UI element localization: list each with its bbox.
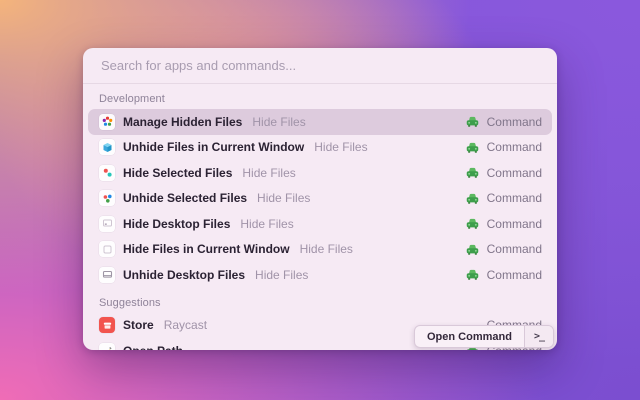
- desktop: { "search": { "placeholder": "Search for…: [0, 0, 640, 400]
- item-title: Unhide Selected Files: [123, 191, 247, 205]
- item-subtitle: Hide Files: [257, 191, 310, 205]
- results-list: Development Manage Hidden Files Hide Fil…: [83, 84, 557, 350]
- hide-files-extension-icon: [465, 268, 480, 281]
- item-accessory: Command: [465, 242, 544, 256]
- item-subtitle: Hide Files: [242, 166, 295, 180]
- item-title: Manage Hidden Files: [123, 115, 242, 129]
- hide-files-extension-icon: [465, 115, 480, 128]
- item-type-label: Command: [487, 191, 542, 205]
- item-type-label: Command: [487, 268, 542, 282]
- list-item-unhide-desktop-files[interactable]: Unhide Desktop Files Hide Files Command: [88, 262, 552, 288]
- two-dots-icon: [99, 165, 115, 181]
- item-subtitle: Hide Files: [314, 140, 367, 154]
- hide-files-extension-icon: [465, 243, 480, 256]
- store-icon: [99, 317, 115, 333]
- item-accessory: Command: [465, 217, 544, 231]
- list-item-hide-selected-files[interactable]: Hide Selected Files Hide Files Command: [88, 160, 552, 186]
- pencil-icon: [99, 343, 115, 350]
- item-subtitle: Hide Files: [300, 242, 353, 256]
- hide-files-extension-icon: [465, 141, 480, 154]
- monitor-icon: [99, 267, 115, 283]
- list-item-unhide-selected-files[interactable]: Unhide Selected Files Hide Files Command: [88, 186, 552, 212]
- item-type-label: Command: [487, 166, 542, 180]
- tooltip-label: Open Command: [415, 331, 524, 343]
- section-header-suggestions: Suggestions: [88, 288, 552, 313]
- item-accessory: Command: [465, 140, 544, 154]
- item-title: Unhide Files in Current Window: [123, 140, 304, 154]
- item-title: Open Path: [123, 344, 183, 350]
- search-bar[interactable]: [83, 48, 557, 83]
- item-type-label: Command: [487, 140, 542, 154]
- flower-icon: [99, 114, 115, 130]
- item-subtitle: Raycast: [164, 318, 207, 332]
- three-dots-icon: [99, 190, 115, 206]
- item-accessory: Command: [465, 115, 544, 129]
- hide-files-extension-icon: [465, 217, 480, 230]
- item-accessory: Command: [465, 191, 544, 205]
- item-title: Store: [123, 318, 154, 332]
- item-title: Unhide Desktop Files: [123, 268, 245, 282]
- raycast-window: Development Manage Hidden Files Hide Fil…: [83, 48, 557, 350]
- item-accessory: Command: [465, 166, 544, 180]
- item-subtitle: Hide Files: [252, 115, 305, 129]
- item-title: Hide Selected Files: [123, 166, 232, 180]
- list-item-manage-hidden-files[interactable]: Manage Hidden Files Hide Files Command: [88, 109, 552, 135]
- item-subtitle: Hide Files: [240, 217, 293, 231]
- terminal-prompt-icon: >_: [524, 326, 553, 347]
- item-type-label: Command: [487, 115, 542, 129]
- faint-window-icon: [99, 241, 115, 257]
- item-title: Hide Files in Current Window: [123, 242, 290, 256]
- item-type-label: Command: [487, 217, 542, 231]
- open-command-tooltip[interactable]: Open Command >_: [414, 325, 554, 348]
- list-item-hide-files-current-window[interactable]: Hide Files in Current Window Hide Files …: [88, 237, 552, 263]
- search-input[interactable]: [99, 57, 541, 74]
- cube-icon: [99, 139, 115, 155]
- item-accessory: Command: [465, 268, 544, 282]
- item-type-label: Command: [487, 242, 542, 256]
- item-title: Hide Desktop Files: [123, 217, 230, 231]
- hide-files-extension-icon: [465, 166, 480, 179]
- list-item-hide-desktop-files[interactable]: Hide Desktop Files Hide Files Command: [88, 211, 552, 237]
- section-header-development: Development: [88, 84, 552, 109]
- list-item-unhide-files-current-window[interactable]: Unhide Files in Current Window Hide File…: [88, 135, 552, 161]
- hide-files-extension-icon: [465, 192, 480, 205]
- faint-desktop-icon: [99, 216, 115, 232]
- item-subtitle: Hide Files: [255, 268, 308, 282]
